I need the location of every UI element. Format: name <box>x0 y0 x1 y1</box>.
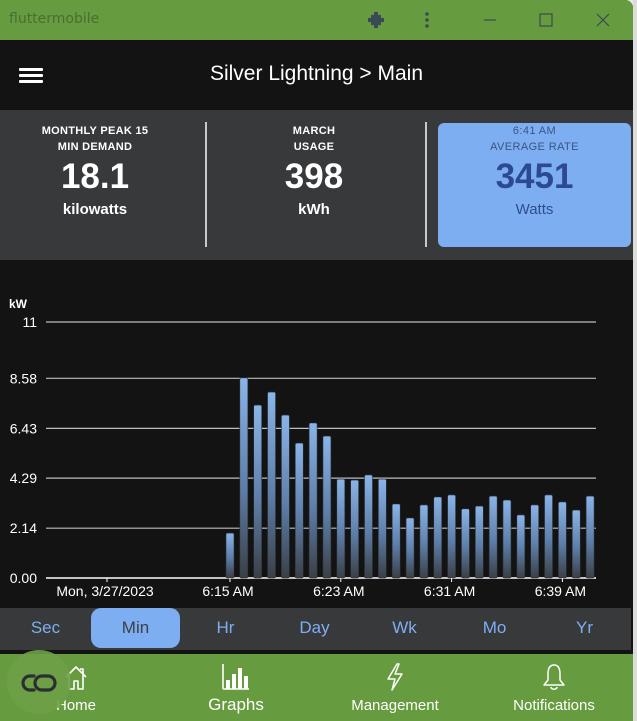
chart-bar <box>571 509 581 579</box>
chart-bar <box>378 478 387 579</box>
range-tab-sec[interactable]: Sec <box>1 608 90 648</box>
x-tick-label: 6:23 AM <box>313 583 364 599</box>
stat-divider <box>205 122 207 247</box>
x-tick-label: 6:39 AM <box>535 583 586 599</box>
page-title: Silver Lightning > Main <box>209 62 424 85</box>
chart-bar <box>474 505 484 579</box>
stats-panel: MONTHLY PEAK 15 MIN DEMAND 18.1 kilowatt… <box>0 110 633 260</box>
chart-bar <box>336 478 346 579</box>
nav-graphs[interactable]: Graphs <box>186 654 286 721</box>
range-tab-yr[interactable]: Yr <box>540 608 629 648</box>
monthly-usage-stat: MARCH USAGE 398 kWh <box>219 123 409 218</box>
range-tab-mo[interactable]: Mo <box>450 608 539 648</box>
chart-bar <box>225 532 235 579</box>
close-icon[interactable] <box>593 10 613 30</box>
bell-icon <box>543 664 565 690</box>
chart-bar <box>585 495 595 579</box>
nav-graphs-label: Graphs <box>208 695 264 714</box>
nav-management[interactable]: Management <box>340 654 450 721</box>
peak-unit: kilowatts <box>62 201 128 218</box>
chart-bar <box>488 495 498 579</box>
extensions-icon[interactable] <box>366 10 386 30</box>
chart-bar <box>364 474 373 579</box>
chart-bar <box>447 494 456 579</box>
y-tick-label: 11 <box>22 314 37 330</box>
lightning-icon <box>387 663 403 691</box>
floating-link-button[interactable] <box>7 650 71 714</box>
rate-value: 3451 <box>495 157 574 196</box>
peak-demand-stat: MONTHLY PEAK 15 MIN DEMAND 18.1 kilowatt… <box>0 123 190 218</box>
chart-bar <box>308 422 318 579</box>
peak-caption-line1: MONTHLY PEAK 15 <box>41 125 149 137</box>
range-tab-min[interactable]: Min <box>91 608 180 648</box>
x-tick-label: 6:15 AM <box>202 583 253 599</box>
y-axis-unit-label: kW <box>9 297 28 311</box>
range-tab-hr[interactable]: Hr <box>181 608 270 648</box>
usage-caption-line2: USAGE <box>293 141 335 153</box>
usage-chart: kW 0.00 2.14 4.29 6.43 8.58 11 Mon, 3/27/2023 6:… <box>0 260 633 606</box>
rate-unit: Watts <box>515 201 554 218</box>
chart-bar <box>267 391 276 579</box>
y-tick-label: 2.14 <box>10 520 37 536</box>
bar-chart: kW 0.00 2.14 4.29 6.43 8.58 11 Mon, 3/27/2023 6:… <box>9 297 596 599</box>
chart-bar <box>253 404 262 579</box>
nav-management-label: Management <box>351 697 439 714</box>
link-icon <box>21 674 57 692</box>
usage-unit: kWh <box>298 201 330 218</box>
peak-caption-line2: MIN DEMAND <box>57 141 133 153</box>
chart-bar <box>544 494 553 579</box>
chart-bar <box>433 496 443 579</box>
y-tick-label: 0.00 <box>10 570 37 586</box>
chart-bar <box>516 514 526 579</box>
app-bar: Silver Lightning > Main <box>0 40 633 110</box>
chart-bar <box>350 479 359 579</box>
chart-bar <box>558 501 567 579</box>
chart-bar <box>294 442 304 579</box>
y-tick-label: 6.43 <box>10 420 37 436</box>
chart-bar <box>502 499 512 579</box>
peak-value: 18.1 <box>60 157 130 196</box>
stat-divider <box>425 122 427 247</box>
nav-notifications[interactable]: Notifications <box>500 654 608 721</box>
more-vert-icon[interactable] <box>417 10 437 30</box>
window-title: fluttermobile <box>9 11 100 27</box>
usage-caption-line1: MARCH <box>292 125 336 137</box>
bottom-navigation: Home Graphs Management Notifications <box>0 654 633 721</box>
window-titlebar: fluttermobile <box>0 0 633 40</box>
bar-chart-icon <box>222 664 249 690</box>
average-rate-card: 6:41 AM AVERAGE RATE 3451 Watts <box>438 123 631 247</box>
x-tick-label: Mon, 3/27/2023 <box>56 583 154 599</box>
chart-bar <box>322 435 332 579</box>
rate-time: 6:41 AM <box>512 125 557 137</box>
chart-bar <box>281 414 290 579</box>
chart-bar <box>405 517 415 579</box>
usage-value: 398 <box>284 157 344 196</box>
chart-bar <box>419 504 429 579</box>
range-tab-wk[interactable]: Wk <box>360 608 449 648</box>
time-range-tabs: Sec Min Hr Day Wk Mo Yr <box>0 608 631 650</box>
chart-bar <box>239 377 249 579</box>
minimize-icon[interactable] <box>480 10 500 30</box>
chart-bar <box>530 504 540 579</box>
window-edge <box>633 0 637 721</box>
y-tick-label: 8.58 <box>10 370 37 386</box>
y-tick-label: 4.29 <box>10 470 37 486</box>
chart-bar <box>461 508 470 579</box>
rate-caption: AVERAGE RATE <box>490 141 579 153</box>
app-window: fluttermobile Silver Lightning > Main MO… <box>0 0 633 721</box>
maximize-icon[interactable] <box>536 10 556 30</box>
x-tick-label: 6:31 AM <box>424 583 475 599</box>
chart-bar <box>391 503 401 579</box>
nav-notifications-label: Notifications <box>513 697 595 714</box>
range-tab-day[interactable]: Day <box>270 608 359 648</box>
